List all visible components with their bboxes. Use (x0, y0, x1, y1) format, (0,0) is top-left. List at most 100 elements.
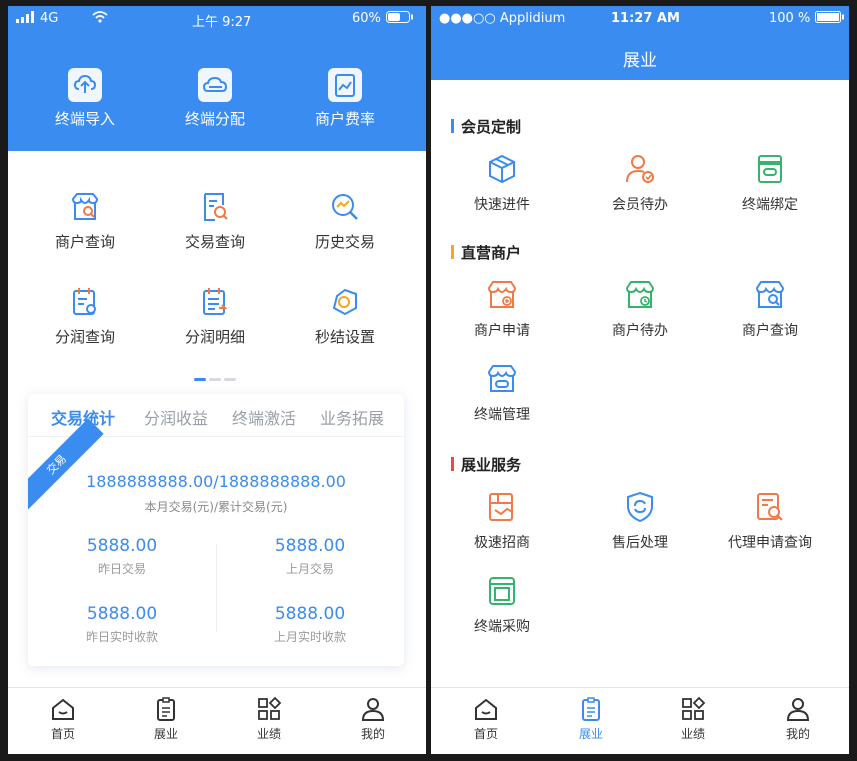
item-merchant-query[interactable]: 商户查询 (705, 278, 835, 340)
statistics-card: 交易统计 分润收益 终端激活 业务拓展 交易 1888888888.00/188… (28, 394, 404, 666)
recruit-icon (485, 490, 519, 524)
section-title-text: 会员定制 (461, 118, 522, 136)
grid-item-label: 交易查询 (184, 233, 245, 251)
tabbar-label: 业绩 (256, 727, 281, 741)
tab-profit-income[interactable]: 分润收益 (144, 405, 208, 429)
tabbar-performance[interactable]: 业绩 (653, 696, 733, 742)
top-action-merchant-rate[interactable]: 商户费率 (285, 68, 405, 129)
stat-last-month-transaction: 5888.00 上月交易 (216, 536, 404, 577)
section-title-text: 直营商户 (461, 244, 522, 262)
item-label: 商户待办 (612, 323, 668, 339)
item-label: 终端绑定 (742, 197, 798, 213)
item-label: 商户查询 (742, 323, 798, 339)
tabbar-performance[interactable]: 业绩 (229, 696, 309, 742)
item-merchant-apply[interactable]: 商户申请 (437, 278, 567, 340)
section-marker (451, 119, 454, 133)
right-tab-bar: 首页 展业 业绩 我的 (431, 687, 849, 754)
status-time: 上午 9:27 (192, 15, 252, 30)
battery-percent: 60% (352, 11, 381, 26)
item-fast-recruit[interactable]: 极速招商 (437, 490, 567, 552)
terminal-bind-icon (753, 152, 787, 186)
right-status-bar: ●●●○○ Applidium 11:27 AM 100 % (431, 6, 849, 32)
tabbar-label: 展业 (153, 727, 178, 741)
item-terminal-manage[interactable]: 终端管理 (437, 362, 567, 424)
section-title-expansion-service: 展业服务 (451, 454, 521, 475)
calendar-list-icon (199, 286, 231, 318)
tabbar-expand[interactable]: 展业 (551, 696, 631, 742)
tabbar-label: 首页 (473, 727, 498, 741)
item-merchant-todo[interactable]: 商户待办 (575, 278, 705, 340)
user-icon (360, 696, 386, 722)
item-label: 终端管理 (474, 407, 530, 423)
user-icon (785, 696, 811, 722)
signal-icon (16, 11, 38, 27)
top-action-label: 终端分配 (184, 110, 245, 128)
item-terminal-bind[interactable]: 终端绑定 (705, 152, 835, 214)
item-agent-application-query[interactable]: 代理申请查询 (705, 490, 835, 552)
calendar-search-icon (69, 286, 101, 318)
item-terminal-purchase[interactable]: 终端采购 (437, 574, 567, 636)
left-status-bar: 4G 上午 9:27 60% (8, 6, 426, 32)
top-action-terminal-import[interactable]: 终端导入 (25, 68, 145, 129)
stat-last-month-realtime: 5888.00 上月实时收款 (216, 604, 404, 645)
shop-search-icon (753, 278, 787, 312)
stat-value: 5888.00 (274, 604, 346, 624)
section-title-text: 展业服务 (461, 456, 522, 474)
shop-search-icon (69, 191, 101, 223)
grid-item-label: 商户查询 (54, 233, 115, 251)
tabbar-label: 我的 (785, 727, 810, 741)
left-phone-screen: 4G 上午 9:27 60% 终端导入 终端分配 商户费率 商户查询 交易查询 … (8, 6, 426, 754)
tabbar-label: 展业 (578, 727, 603, 741)
item-after-sale[interactable]: 售后处理 (575, 490, 705, 552)
item-label: 快速进件 (474, 197, 530, 213)
settle-cube-icon (329, 286, 361, 318)
grid-item-profit-detail[interactable]: 分润明细 (155, 286, 275, 347)
top-action-terminal-assign[interactable]: 终端分配 (155, 68, 275, 129)
tabbar-mine[interactable]: 我的 (333, 696, 413, 742)
grid-item-label: 分润查询 (54, 328, 115, 346)
page-dot (209, 378, 221, 381)
tabbar-home[interactable]: 首页 (23, 696, 103, 742)
top-action-label: 终端导入 (54, 110, 115, 128)
tabbar-expand[interactable]: 展业 (126, 696, 206, 742)
shop-todo-icon (623, 278, 657, 312)
apps-icon (256, 696, 282, 722)
section-marker (451, 245, 454, 259)
agent-query-icon (753, 490, 787, 524)
item-quick-onboard[interactable]: 快速进件 (437, 152, 567, 214)
grid-item-profit-query[interactable]: 分润查询 (25, 286, 145, 347)
page-title: 展业 (623, 51, 657, 71)
stat-value: 5888.00 (274, 536, 346, 556)
stat-label: 昨日交易 (97, 562, 146, 576)
member-todo-icon (623, 152, 657, 186)
battery-icon (386, 11, 414, 27)
grid-item-merchant-query[interactable]: 商户查询 (25, 191, 145, 252)
tabbar-label: 业绩 (680, 727, 705, 741)
tabbar-label: 我的 (360, 727, 385, 741)
page-dot (224, 378, 236, 381)
history-search-icon (329, 191, 361, 223)
tab-business-expansion[interactable]: 业务拓展 (320, 405, 384, 429)
apps-icon (680, 696, 706, 722)
cloud-upload-icon (68, 68, 102, 102)
item-label: 终端采购 (474, 619, 530, 635)
clipboard-icon (578, 696, 604, 722)
tabbar-home[interactable]: 首页 (446, 696, 526, 742)
stat-label: 昨日实时收款 (85, 630, 158, 644)
stat-label: 上月实时收款 (273, 630, 346, 644)
status-time: 11:27 AM (611, 11, 680, 26)
grid-item-transaction-query[interactable]: 交易查询 (155, 191, 275, 252)
grid-item-history-transaction[interactable]: 历史交易 (285, 191, 405, 252)
rate-chart-icon (328, 68, 362, 102)
battery-percent: 100 % (769, 11, 811, 26)
total-transaction-label: 本月交易(元)/累计交易(元) (144, 500, 288, 514)
tabbar-label: 首页 (50, 727, 75, 741)
item-label: 售后处理 (612, 535, 668, 551)
item-member-todo[interactable]: 会员待办 (575, 152, 705, 214)
cloud-share-icon (198, 68, 232, 102)
grid-item-label: 分润明细 (184, 328, 245, 346)
top-action-label: 商户费率 (314, 110, 375, 128)
tab-terminal-activation[interactable]: 终端激活 (232, 405, 296, 429)
tabbar-mine[interactable]: 我的 (758, 696, 838, 742)
grid-item-instant-settle[interactable]: 秒结设置 (285, 286, 405, 347)
